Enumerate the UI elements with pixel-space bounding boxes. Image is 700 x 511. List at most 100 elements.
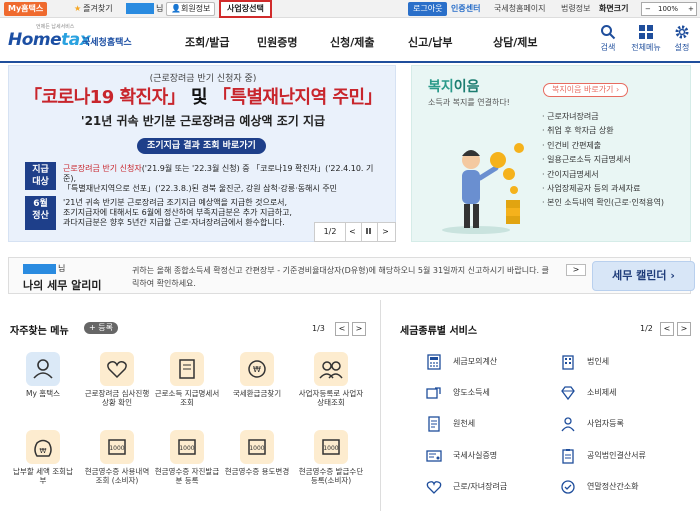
fav-myhome[interactable]: My 홈택스 bbox=[10, 352, 76, 398]
favorites-add-button[interactable]: + 등록 bbox=[84, 322, 118, 334]
tax-calendar-button[interactable]: 세무 캘린더 › bbox=[592, 261, 695, 291]
svg-text:₩: ₩ bbox=[253, 365, 261, 374]
header-all-menu-button[interactable]: 전체메뉴 bbox=[626, 20, 666, 60]
welfare-item[interactable]: 일용근로소득 지급명세서 bbox=[542, 153, 664, 167]
favorites-next-button[interactable]: > bbox=[352, 322, 366, 336]
welfare-item[interactable]: 취업 후 학자금 상환 bbox=[542, 124, 664, 138]
user-suffix: 님 bbox=[156, 4, 164, 13]
welfare-item[interactable]: 간이지급명세서 bbox=[542, 168, 664, 182]
money-bag-icon: ₩ bbox=[26, 430, 60, 464]
law-info-link[interactable]: 법령정보 bbox=[561, 3, 590, 15]
fav-tax-refund[interactable]: ₩ 국세환급금찾기 bbox=[224, 352, 290, 398]
tax-service-title: 세금종류별 서비스 bbox=[400, 326, 478, 337]
tax-alert-next-button[interactable]: > bbox=[566, 264, 586, 276]
document-icon bbox=[428, 416, 440, 432]
screen-size-label: 화면크기 bbox=[599, 4, 629, 13]
logout-button[interactable]: 로그아웃 bbox=[408, 2, 448, 16]
favorites-menu-title: 자주찾는 메뉴 bbox=[10, 326, 69, 337]
favorites-label: 즐겨찾기 bbox=[83, 4, 113, 13]
people-icon bbox=[314, 352, 348, 386]
welfare-item[interactable]: 근로자녀장려금 bbox=[542, 110, 664, 124]
nav-consult-report[interactable]: 상담/제보 bbox=[493, 34, 538, 50]
logo-tagline: 언제든 납세서비스 bbox=[36, 24, 75, 30]
banner-row-target: 지급 대상 근로장려금 반기 신청자('21.9월 또는 '22.3월 신청) … bbox=[25, 162, 385, 194]
zoom-control: − 100% + bbox=[641, 2, 697, 16]
gear-icon bbox=[675, 25, 689, 39]
fav-cash-receipt-change[interactable]: 1000 현금영수증 용도변경 bbox=[224, 430, 290, 476]
fav-label: 납부할 세액 조회납부 bbox=[13, 467, 73, 485]
logo-wordmark: Hometax bbox=[8, 30, 91, 50]
welfare-item[interactable]: 사업장제공자 등의 과세자료 bbox=[542, 182, 664, 196]
banner-title: 「코로나19 확진자」 및 「특별재난지역 주민」 bbox=[9, 83, 397, 109]
zoom-level: 100% bbox=[658, 5, 679, 13]
welfare-illustration bbox=[442, 143, 524, 234]
pager-count: 1/2 bbox=[323, 227, 337, 236]
row-text-target: 근로장려금 반기 신청자('21.9월 또는 '22.3월 신청) 중 「코로나… bbox=[63, 164, 385, 194]
member-info-label: 회원정보 bbox=[180, 4, 211, 13]
row-label-target: 지급 대상 bbox=[25, 162, 56, 190]
cert-center-link[interactable]: 인증센터 bbox=[451, 3, 480, 15]
welfare-title-b: 이음 bbox=[453, 79, 480, 95]
welfare-item[interactable]: 본인 소득내역 확인(근로·인적용역) bbox=[542, 196, 664, 210]
member-info-button[interactable]: 👤회원정보 bbox=[166, 2, 216, 16]
nav-apply-submit[interactable]: 신청/제출 bbox=[330, 34, 375, 50]
all-menu-label: 전체메뉴 bbox=[631, 43, 661, 52]
main-banner[interactable]: (근로장려금 반기 신청자 중) 「코로나19 확진자」 및 「특별재난지역 주… bbox=[8, 65, 396, 242]
section-divider bbox=[380, 300, 381, 511]
receipt-icon: 1000 bbox=[240, 430, 274, 464]
fav-eitc-status[interactable]: 근로장려금 심사진행상황 확인 bbox=[84, 352, 150, 407]
tax-item-label: 법인세 bbox=[587, 357, 610, 366]
favorites-link[interactable]: ★ 즐겨찾기 bbox=[74, 3, 113, 15]
settings-label: 설정 bbox=[674, 43, 690, 52]
fav-cash-receipt-self[interactable]: 1000 현금영수증 자진발급분 등록 bbox=[154, 430, 220, 485]
heart-icon bbox=[426, 481, 442, 494]
row-label-june: 6월 정산 bbox=[25, 196, 56, 230]
refund-icon: ₩ bbox=[240, 352, 274, 386]
tax-alert-message[interactable]: 귀하는 올해 종합소득세 확정신고 간편장부 - 기준경비율대상자(D유형)에 … bbox=[132, 264, 552, 290]
welfare-title: 복지이음 bbox=[428, 76, 480, 96]
pager-prev-button[interactable]: < bbox=[345, 223, 359, 241]
nav-report-pay[interactable]: 신고/납부 bbox=[408, 34, 453, 50]
fav-label: 국세환급금찾기 bbox=[232, 389, 282, 398]
person-icon: 👤 bbox=[171, 4, 181, 13]
favorites-prev-button[interactable]: < bbox=[335, 322, 349, 336]
pager-pause-button[interactable]: II bbox=[361, 223, 375, 241]
early-payment-result-button[interactable]: 조기지급 결과 조회 바로가기 bbox=[137, 138, 266, 154]
hometax-logo[interactable]: 언제든 납세서비스 Hometax 국세청홈택스 bbox=[8, 22, 136, 58]
nts-homepage-link[interactable]: 국세청홈페이지 bbox=[494, 3, 546, 15]
fav-cash-receipt-register[interactable]: 1000 현금영수증 발급수단 등록(소비자) bbox=[298, 430, 364, 485]
search-icon bbox=[601, 25, 616, 40]
pager-next-button[interactable]: > bbox=[377, 223, 393, 241]
fav-biz-status[interactable]: 사업자등록로 사업자상태조회 bbox=[298, 352, 364, 407]
welfare-item[interactable]: 인건비 간편제출 bbox=[542, 139, 664, 153]
row-target-line2: 「특별재난지역으로 선포」('22.3.8.)된 경북 울진군, 강원 삼척·강… bbox=[63, 184, 338, 193]
logo-subtitle: 국세청홈택스 bbox=[82, 38, 132, 48]
welfare-link-button[interactable]: 복지이음 바로가기 › bbox=[543, 83, 629, 97]
nav-inquiry-issue[interactable]: 조회/발급 bbox=[185, 34, 230, 50]
tax-service-page-count: 1/2 bbox=[640, 324, 653, 333]
fav-cash-receipt-usage[interactable]: 1000 현금영수증 사용내역조회 (소비자) bbox=[84, 430, 150, 485]
fav-label: 사업자등록로 사업자상태조회 bbox=[298, 389, 364, 407]
business-select-button[interactable]: 사업장선택 bbox=[219, 0, 272, 18]
tax-service-next-button[interactable]: > bbox=[677, 322, 691, 336]
tax-service-prev-button[interactable]: < bbox=[660, 322, 674, 336]
tax-item-label: 공익법인결산서류 bbox=[587, 451, 646, 460]
fav-tax-payment[interactable]: ₩ 납부할 세액 조회납부 bbox=[10, 430, 76, 485]
building-icon bbox=[562, 355, 574, 370]
welfare-panel: 복지이음 소득과 복지를 연결하다! 복지이음 바로가기 › 근로자녀장려금 취… bbox=[411, 65, 691, 242]
header-settings-button[interactable]: 설정 bbox=[662, 20, 700, 60]
receipt-icon: 1000 bbox=[314, 430, 348, 464]
tax-item-label: 원천세 bbox=[453, 419, 476, 428]
tax-item-label: 근로/자녀장려금 bbox=[453, 482, 508, 491]
welfare-desc: 소득과 복지를 연결하다! bbox=[428, 98, 510, 107]
row-june-line1: '21년 귀속 반기분 근로장려금 조기지급 예상액을 지급한 것으로서, bbox=[63, 198, 288, 207]
header-search-button[interactable]: 검색 bbox=[588, 20, 628, 60]
nav-civil-cert[interactable]: 민원증명 bbox=[257, 34, 297, 50]
fav-label: 현금영수증 발급수단 등록(소비자) bbox=[298, 467, 364, 485]
tax-calendar-label: 세무 캘린더 bbox=[612, 269, 667, 282]
myhome-button[interactable]: My홈택스 bbox=[4, 2, 48, 16]
zoom-out-icon[interactable]: − bbox=[645, 3, 651, 15]
fav-wage-statement[interactable]: 근로소득 지급명세서 조회 bbox=[154, 352, 220, 407]
zoom-in-icon[interactable]: + bbox=[688, 3, 694, 15]
row-target-highlight: 근로장려금 반기 신청자 bbox=[63, 164, 142, 173]
